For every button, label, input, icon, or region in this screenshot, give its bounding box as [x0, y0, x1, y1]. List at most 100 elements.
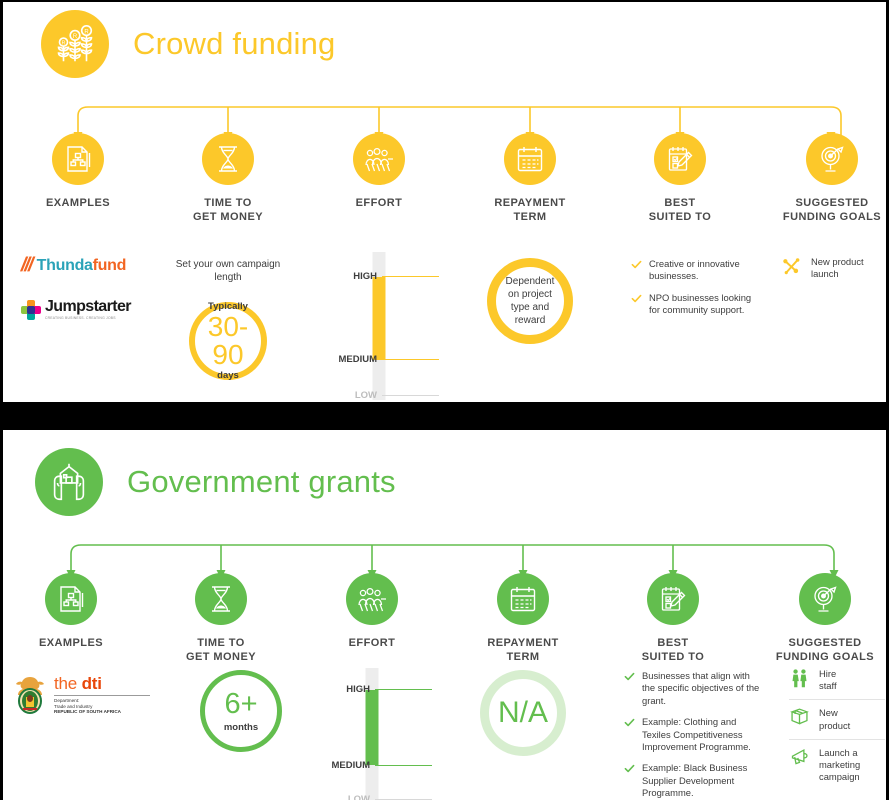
column-effort: EFFORT — [312, 573, 432, 650]
hourglass-icon — [195, 573, 247, 625]
stat-value: 6+ — [224, 687, 258, 720]
column-label: TIME TO GET MONEY — [185, 637, 257, 663]
list-item: Creative or innovative businesses. — [631, 258, 759, 283]
campaign-length-note: Set your own campaign length — [175, 259, 281, 283]
time-stat-circle: 6+ months — [200, 670, 282, 752]
open-box-icon — [790, 708, 809, 726]
effort-slider[interactable]: HIGH MEDIUM LOW — [312, 668, 432, 800]
calendar-icon — [504, 133, 556, 185]
list-item: Launch a marketing campaign — [789, 740, 885, 791]
thundafund-name-a: Thunda — [36, 256, 93, 274]
megaphone-icon — [791, 748, 808, 765]
column-suggested-funding-goals: SUGGESTED FUNDING GOALS — [760, 573, 886, 664]
slider-tick-medium: MEDIUM — [319, 354, 439, 365]
column-label: REPAYMENT TERM — [487, 637, 559, 663]
column-label: BEST SUITED TO — [641, 637, 705, 663]
tick-label: MEDIUM — [331, 760, 370, 771]
column-examples: EXAMPLES — [11, 573, 131, 650]
section-header: R R R Crowd funding — [41, 10, 336, 78]
column-examples: EXAMPLES — [18, 133, 138, 210]
page-title: Crowd funding — [133, 26, 336, 61]
slider-fill — [365, 690, 379, 765]
list-item: New product launch — [781, 256, 881, 287]
target-dart-icon — [799, 573, 851, 625]
tick-label: HIGH — [353, 271, 377, 282]
slider-tick-low: LOW — [319, 390, 439, 401]
column-time-to-get-money: TIME TO GET MONEY — [161, 573, 281, 664]
stat-bottom-label: months — [223, 721, 259, 733]
check-icon — [624, 765, 635, 773]
thundafund-name-b: fund — [92, 256, 127, 274]
government-grants-section: Government grants EXAMPLES TIME TO GET M… — [3, 430, 886, 800]
column-best-suited-to: BEST SUITED TO — [613, 573, 733, 664]
column-label: SUGGESTED FUNDING GOALS — [775, 637, 875, 663]
dti-name: dti — [81, 674, 102, 694]
column-label: SUGGESTED FUNDING GOALS — [782, 197, 882, 223]
dti-the: the — [54, 674, 78, 694]
south-africa-coat-of-arms-icon — [16, 677, 44, 714]
tick-label: HIGH — [346, 684, 370, 695]
repayment-cell: Dependent on project type and reward — [487, 258, 573, 344]
thundafund-logo: /// Thundafund — [18, 254, 171, 277]
calendar-icon — [497, 573, 549, 625]
effort-slider[interactable]: HIGH MEDIUM LOW — [319, 252, 439, 401]
stat-value: 30-90 — [207, 311, 249, 370]
slider-fill — [372, 277, 386, 360]
column-best-suited-to: BEST SUITED TO — [620, 133, 740, 224]
document-chart-icon — [52, 133, 104, 185]
hands-house-icon — [35, 448, 103, 516]
jumpstarter-tagline: CREATING BUSINESS. CREATING JOBS — [45, 316, 116, 320]
goal-text: Hire staff — [819, 668, 837, 692]
check-icon — [631, 294, 642, 303]
puzzle-icon — [21, 300, 41, 320]
goal-text: New product — [819, 707, 851, 731]
check-icon — [624, 719, 635, 727]
svg-text:R: R — [73, 34, 78, 40]
checklist-pencil-icon — [647, 573, 699, 625]
jumpstarter-name: Jumpstarter — [45, 298, 131, 315]
crowd-people-icon — [346, 573, 398, 625]
column-label: EFFORT — [355, 197, 403, 209]
bullet-text: Creative or innovative businesses. — [649, 258, 740, 282]
bullet-text: Example: Clothing and Texiles Competitiv… — [642, 716, 751, 753]
column-label: REPAYMENT TERM — [494, 197, 566, 223]
goal-text: Launch a marketing campaign — [819, 746, 861, 783]
repayment-text: N/A — [497, 696, 548, 729]
best-suited-to-list: Creative or innovative businesses. NPO b… — [631, 258, 759, 326]
goal-text: New product launch — [811, 256, 864, 280]
time-stat-circle: Typically 30-90 days — [189, 301, 267, 381]
repayment-cell: N/A — [480, 670, 566, 756]
crowd-funding-section: R R R Crowd funding EXAMPLES TIME TO GET… — [3, 2, 886, 402]
slider-tick-high: HIGH — [312, 684, 432, 695]
check-icon — [624, 672, 635, 681]
column-repayment-term: REPAYMENT TERM — [470, 133, 590, 224]
list-item: Example: Clothing and Texiles Competitiv… — [624, 716, 764, 753]
checklist-pencil-icon — [654, 133, 706, 185]
crowd-people-icon — [353, 133, 405, 185]
repayment-text: Dependent on project type and reward — [505, 276, 555, 326]
money-plants-icon: R R R — [41, 10, 109, 78]
examples-logos: /// Thundafund Jumpstarter CREATING BUSI… — [18, 254, 171, 321]
column-time-to-get-money: TIME TO GET MONEY — [168, 133, 288, 224]
column-repayment-term: REPAYMENT TERM — [463, 573, 583, 664]
section-header: Government grants — [35, 448, 396, 516]
slider-tick-medium: MEDIUM — [312, 760, 432, 771]
bullet-text: Example: Black Business Supplier Develop… — [642, 762, 748, 799]
stat-bottom-label: days — [217, 370, 239, 381]
list-item: New product — [789, 700, 885, 738]
list-item: Hire staff — [789, 668, 885, 699]
infographic-page: R R R Crowd funding EXAMPLES TIME TO GET… — [0, 0, 889, 800]
funding-goals-list: Hire staff New product Launch a marketin — [789, 668, 885, 790]
check-icon — [631, 260, 642, 269]
tick-label: LOW — [354, 390, 377, 401]
thundafund-mark: /// — [18, 254, 35, 276]
column-label: EXAMPLES — [45, 197, 111, 209]
tick-label: LOW — [347, 794, 370, 800]
time-to-money-cell: 6+ months — [181, 670, 301, 752]
column-suggested-funding-goals: SUGGESTED FUNDING GOALS — [767, 133, 886, 224]
list-item: Example: Black Business Supplier Develop… — [624, 762, 764, 799]
list-item: NPO businesses looking for community sup… — [631, 292, 759, 317]
jumpstarter-logo: Jumpstarter CREATING BUSINESS. CREATING … — [21, 298, 171, 321]
divider — [54, 695, 150, 697]
bullet-text: Businesses that align with the specific … — [642, 670, 760, 706]
